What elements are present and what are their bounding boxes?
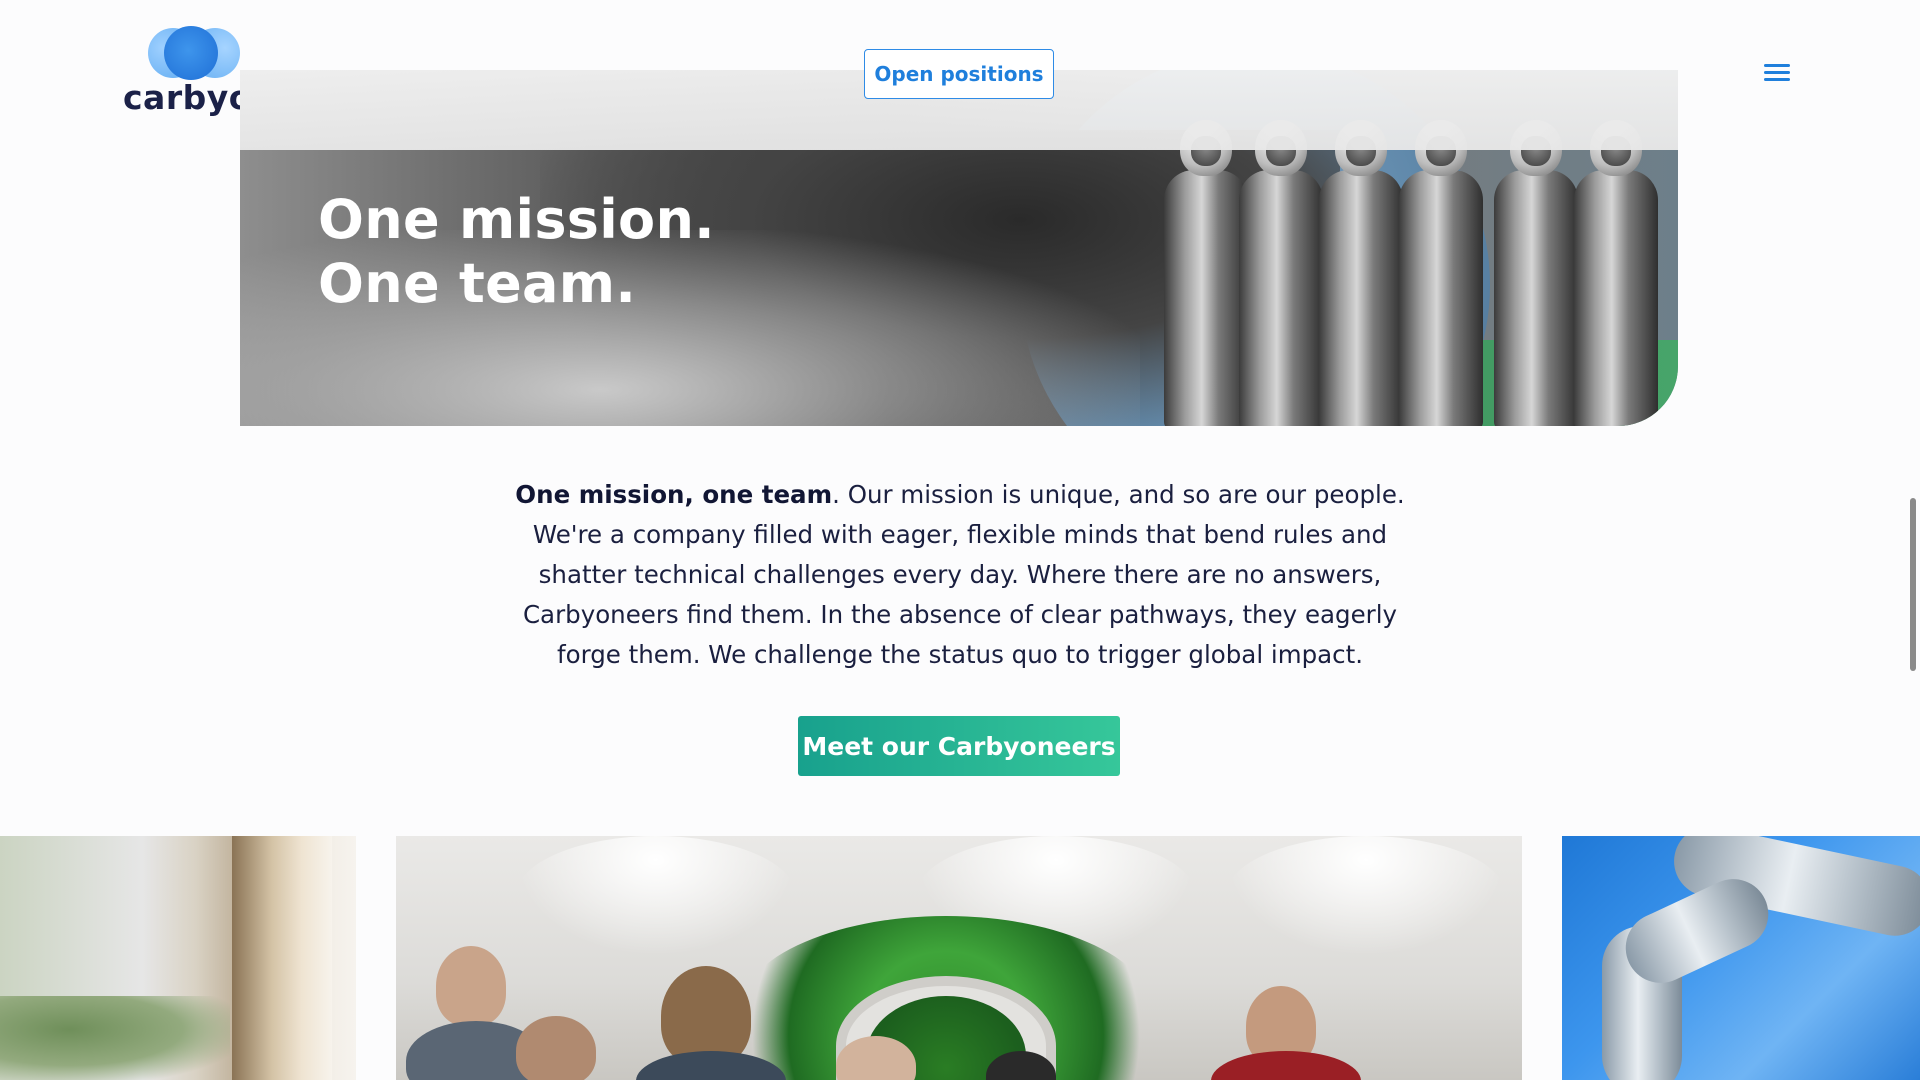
team-photo <box>396 836 1522 1080</box>
meet-carbyoneers-button[interactable]: Meet our Carbyoneers <box>798 716 1120 776</box>
hero-title-line1: One mission. <box>318 188 715 251</box>
open-positions-button[interactable]: Open positions <box>864 49 1054 99</box>
office-window-photo <box>0 836 356 1080</box>
hero-banner: One mission. One team. <box>240 70 1678 426</box>
hamburger-menu-icon[interactable] <box>1764 64 1790 82</box>
astronauts-image <box>1140 110 1678 426</box>
logo-circles-icon <box>144 26 244 80</box>
careers-page: carbyon One mission. One team. Open posi… <box>0 0 1920 1080</box>
intro-paragraph: One mission, one team. Our mission is un… <box>490 475 1430 675</box>
page-scrollbar[interactable] <box>1910 498 1916 671</box>
intro-lead: One mission, one team <box>515 480 833 509</box>
hero-title: One mission. One team. <box>318 188 715 316</box>
pipes-photo <box>1562 836 1920 1080</box>
hero-title-line2: One team. <box>318 252 637 315</box>
